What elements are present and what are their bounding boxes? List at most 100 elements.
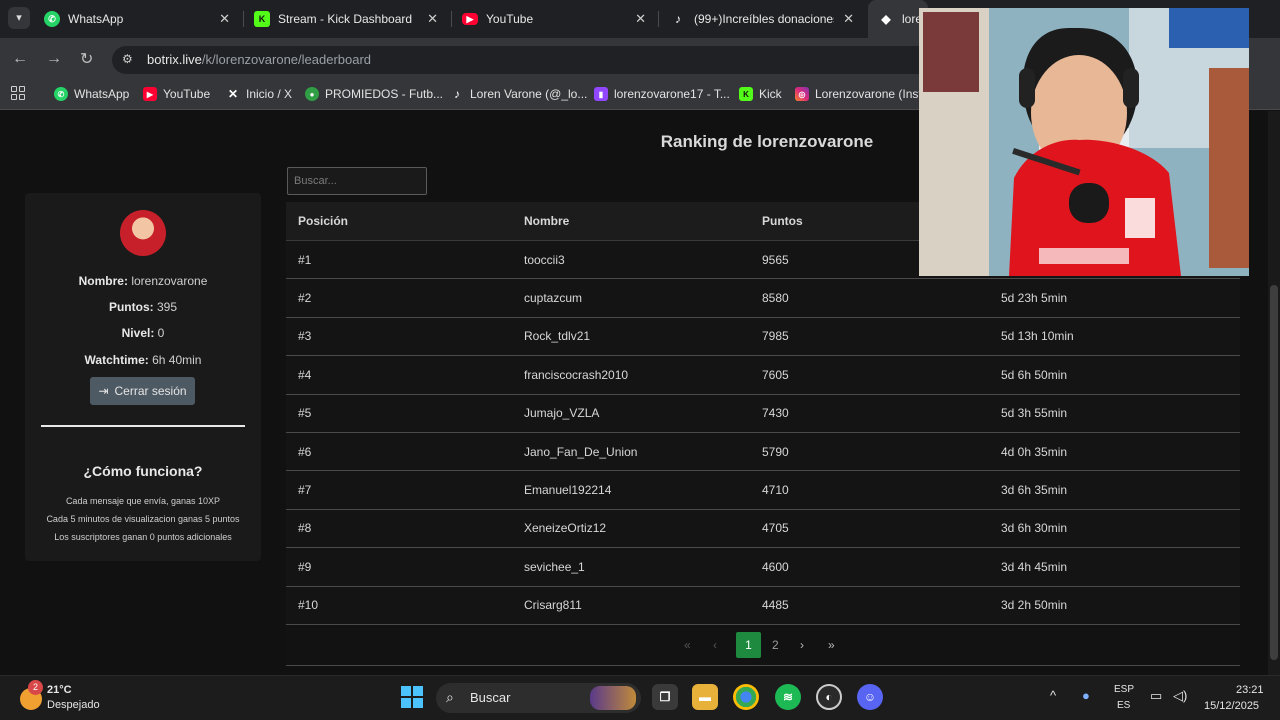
cell-position: #3 xyxy=(298,329,312,344)
close-icon[interactable]: ✕ xyxy=(427,11,438,27)
first-page-button[interactable]: « xyxy=(684,632,691,658)
language-top[interactable]: ESP xyxy=(1114,684,1134,695)
task-view-icon[interactable]: ❐ xyxy=(652,684,678,710)
reload-icon[interactable]: ↻ xyxy=(80,49,93,69)
apps-grid-icon[interactable] xyxy=(11,86,25,100)
watchtime-label: Watchtime: xyxy=(84,353,149,367)
bookmark-x[interactable]: ✕ Inicio / X xyxy=(226,86,292,102)
tab-kick-dashboard[interactable]: K Stream - Kick Dashboard ✕ xyxy=(254,0,438,38)
tab-separator xyxy=(658,11,659,27)
close-icon[interactable]: ✕ xyxy=(843,11,854,27)
table-row: #6 Jano_Fan_De_Union 5790 4d 0h 35min xyxy=(286,432,1240,472)
tab-youtube[interactable]: ▶ YouTube ✕ xyxy=(462,0,648,38)
chevron-up-icon[interactable]: ^ xyxy=(1050,688,1056,703)
scrollbar-thumb[interactable] xyxy=(1270,285,1278,660)
tab-label: (99+)Increíbles donaciones xyxy=(694,12,834,26)
cell-position: #6 xyxy=(298,444,312,459)
language-bottom[interactable]: ES xyxy=(1117,700,1130,711)
profile-watchtime: Watchtime: 6h 40min xyxy=(25,353,261,367)
avatar xyxy=(120,210,166,256)
volume-icon[interactable]: ◁) xyxy=(1173,688,1187,704)
page-1-button[interactable]: 1 xyxy=(736,632,761,658)
tiktok-icon: ♪ xyxy=(454,87,460,101)
chrome-icon[interactable] xyxy=(733,684,759,710)
whatsapp-icon: ✆ xyxy=(54,87,68,101)
profile-points: Puntos: 395 xyxy=(25,300,261,314)
network-icon[interactable]: ▭ xyxy=(1150,688,1162,704)
cell-name: Rock_tdlv21 xyxy=(524,329,591,344)
file-explorer-icon[interactable]: ▬ xyxy=(692,684,718,710)
bookmark-label: lorenzovarone17 - T... xyxy=(614,87,730,101)
clock-date[interactable]: 15/12/2025 xyxy=(1204,700,1259,712)
site-settings-icon[interactable]: ⚙ xyxy=(122,52,133,66)
page-2-button[interactable]: 2 xyxy=(772,632,779,658)
last-page-button[interactable]: » xyxy=(828,632,835,658)
points-value: 395 xyxy=(156,300,178,314)
logout-button[interactable]: ⇥ Cerrar sesión xyxy=(90,377,195,405)
header-name[interactable]: Nombre xyxy=(524,214,762,228)
bookmark-whatsapp[interactable]: ✆ WhatsApp xyxy=(54,86,129,102)
cell-name: Jano_Fan_De_Union xyxy=(524,444,638,459)
youtube-icon: ▶ xyxy=(462,13,478,25)
bookmark-youtube[interactable]: ▶ YouTube xyxy=(143,86,210,102)
bookmark-tiktok[interactable]: ♪ Loren Varone (@_lo... xyxy=(450,86,587,102)
header-position[interactable]: Posición xyxy=(286,214,524,228)
obs-icon[interactable]: ◐ xyxy=(816,684,842,710)
tab-search-menu-button[interactable]: ▾ xyxy=(8,7,30,29)
name-value: lorenzovarone xyxy=(131,274,208,288)
close-icon[interactable]: ✕ xyxy=(219,11,230,27)
search-input[interactable] xyxy=(287,167,427,195)
bookmark-label: WhatsApp xyxy=(74,87,130,101)
promiedos-icon: ● xyxy=(305,87,319,101)
cell-points: 7605 xyxy=(762,367,789,382)
pagination-bar xyxy=(286,626,1240,666)
microphone-icon[interactable]: ● xyxy=(1082,688,1090,703)
next-page-button[interactable]: › xyxy=(800,632,804,658)
bookmark-twitch[interactable]: ▮ lorenzovarone17 - T... xyxy=(594,86,730,102)
table-row: #10 Crisarg811 4485 3d 2h 50min xyxy=(286,586,1240,625)
table-row: #2 cuptazcum 8580 5d 23h 5min xyxy=(286,279,1240,318)
level-label: Nivel: xyxy=(121,326,155,340)
bookmark-label: Loren Varone (@_lo... xyxy=(470,87,588,101)
page-title: Ranking de lorenzovarone xyxy=(660,132,874,151)
cell-name: cuptazcum xyxy=(524,291,583,306)
table-row: #3 Rock_tdlv21 7985 5d 13h 10min xyxy=(286,317,1240,357)
discord-icon[interactable]: ☺ xyxy=(857,684,883,710)
cell-name: Emanuel192214 xyxy=(524,483,612,498)
spotify-icon[interactable]: ≋ xyxy=(775,684,801,710)
back-arrow-icon[interactable]: ← xyxy=(12,50,28,68)
cell-position: #7 xyxy=(298,483,312,498)
tab-tiktok-donations[interactable]: ♪ (99+)Increíbles donaciones ✕ xyxy=(670,0,854,38)
bookmark-label: Inicio / X xyxy=(246,87,293,101)
table-row: #7 Emanuel192214 4710 3d 6h 35min xyxy=(286,471,1240,510)
table-row: #8 XeneizeOrtiz12 4705 3d 6h 30min xyxy=(286,509,1240,549)
whatsapp-icon: ✆ xyxy=(44,11,60,27)
cell-time: 3d 2h 50min xyxy=(1001,598,1068,613)
tiktok-icon: ♪ xyxy=(675,12,681,26)
profile-level: Nivel: 0 xyxy=(25,326,261,340)
cell-name: Jumajo_VZLA xyxy=(524,406,600,421)
bookmark-label: YouTube xyxy=(163,87,211,101)
bookmark-promiedos[interactable]: ● PROMIEDOS - Futb... xyxy=(305,86,443,102)
search-icon: ⌕ xyxy=(446,689,454,705)
temperature: 21°C xyxy=(47,684,72,696)
kick-icon: K xyxy=(739,87,753,101)
forward-arrow-icon[interactable]: → xyxy=(46,50,62,68)
bookmark-label: Lorenzovarone (Inst... xyxy=(815,87,932,101)
start-button[interactable] xyxy=(401,686,423,708)
prev-page-button[interactable]: ‹ xyxy=(713,632,717,658)
tab-whatsapp[interactable]: ✆ WhatsApp ✕ xyxy=(44,0,234,38)
cell-position: #8 xyxy=(298,521,312,536)
bookmark-kick[interactable]: K Kick xyxy=(739,86,782,102)
taskbar-search-label: Buscar xyxy=(470,690,511,705)
cell-time: 3d 4h 45min xyxy=(1001,559,1068,574)
clock-time[interactable]: 23:21 xyxy=(1236,684,1264,696)
close-icon[interactable]: ✕ xyxy=(635,11,646,27)
bookmark-instagram[interactable]: ◎ Lorenzovarone (Inst... xyxy=(795,86,932,102)
cell-position: #2 xyxy=(298,291,312,306)
bookmark-label: Kick xyxy=(759,87,782,101)
how-line: Cada mensaje que envía, ganas 10XP xyxy=(65,496,221,506)
table-row: #9 sevichee_1 4600 3d 4h 45min xyxy=(286,548,1240,587)
url-text[interactable]: botrix.live/k/lorenzovarone/leaderboard xyxy=(147,52,371,67)
weather-widget[interactable]: 2 21°C Despejado xyxy=(16,680,136,716)
